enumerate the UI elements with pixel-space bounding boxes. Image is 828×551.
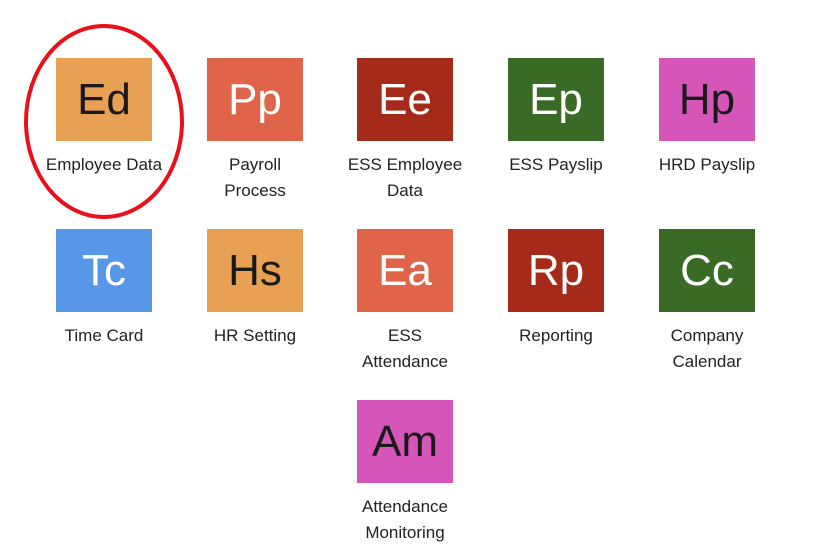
hrd-payslip-icon[interactable]: Hp	[659, 58, 755, 141]
app-abbr: Hs	[228, 245, 282, 295]
app-label[interactable]: HR Setting	[180, 323, 330, 349]
app-tile-payroll-process[interactable]: Pp Payroll Process	[180, 58, 330, 204]
app-abbr: Ee	[378, 74, 432, 124]
app-abbr: Ep	[529, 74, 583, 124]
ess-payslip-icon[interactable]: Ep	[508, 58, 604, 141]
app-label[interactable]: Attendance Monitoring	[355, 494, 455, 546]
app-label[interactable]: Employee Data	[29, 152, 179, 178]
app-label[interactable]: Time Card	[29, 323, 179, 349]
app-tile-hrd-payslip[interactable]: Hp HRD Payslip	[632, 58, 782, 178]
time-card-icon[interactable]: Tc	[56, 229, 152, 312]
app-label[interactable]: Payroll Process	[210, 152, 300, 204]
app-abbr: Pp	[228, 74, 282, 124]
app-abbr: Tc	[82, 245, 126, 295]
ess-employee-data-icon[interactable]: Ee	[357, 58, 453, 141]
payroll-process-icon[interactable]: Pp	[207, 58, 303, 141]
app-label[interactable]: ESS Employee Data	[340, 152, 470, 204]
hr-setting-icon[interactable]: Hs	[207, 229, 303, 312]
app-tile-employee-data[interactable]: Ed Employee Data	[29, 58, 179, 178]
app-abbr: Ed	[77, 74, 131, 124]
app-tile-ess-attendance[interactable]: Ea ESS Attendance	[330, 229, 480, 375]
app-tile-reporting[interactable]: Rp Reporting	[481, 229, 631, 349]
app-tile-time-card[interactable]: Tc Time Card	[29, 229, 179, 349]
app-abbr: Rp	[527, 245, 585, 295]
reporting-icon[interactable]: Rp	[508, 229, 604, 312]
app-abbr: Ea	[378, 245, 432, 295]
app-label[interactable]: Reporting	[481, 323, 631, 349]
app-abbr: Hp	[678, 74, 736, 124]
app-abbr: Cc	[680, 245, 734, 295]
app-tile-hr-setting[interactable]: Hs HR Setting	[180, 229, 330, 349]
company-calendar-icon[interactable]: Cc	[659, 229, 755, 312]
app-tile-company-calendar[interactable]: Cc Company Calendar	[632, 229, 782, 375]
app-launcher-grid: Ed Employee Data Pp Payroll Process Ee E…	[0, 0, 828, 551]
attendance-monitoring-icon[interactable]: Am	[357, 400, 453, 483]
app-abbr: Am	[372, 416, 438, 466]
app-label[interactable]: HRD Payslip	[632, 152, 782, 178]
app-tile-ess-payslip[interactable]: Ep ESS Payslip	[481, 58, 631, 178]
app-label[interactable]: Company Calendar	[662, 323, 752, 375]
app-tile-ess-employee-data[interactable]: Ee ESS Employee Data	[330, 58, 480, 204]
ess-attendance-icon[interactable]: Ea	[357, 229, 453, 312]
app-label[interactable]: ESS Payslip	[481, 152, 631, 178]
app-tile-attendance-monitoring[interactable]: Am Attendance Monitoring	[330, 400, 480, 546]
app-label[interactable]: ESS Attendance	[355, 323, 455, 375]
employee-data-icon[interactable]: Ed	[56, 58, 152, 141]
